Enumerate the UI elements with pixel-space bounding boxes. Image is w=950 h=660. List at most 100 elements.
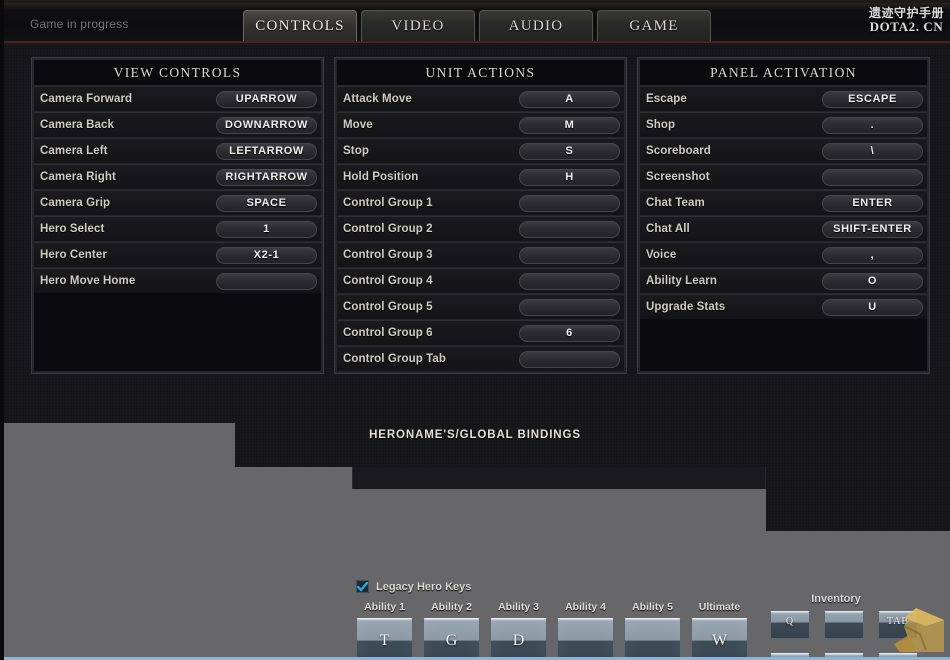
binding-row: Screenshot	[640, 164, 927, 189]
binding-key-button[interactable]	[519, 273, 620, 290]
binding-key-button[interactable]: DOWNARROW	[216, 117, 317, 134]
binding-row: Control Group 1	[337, 190, 624, 215]
ability-slot-4: Ability 4	[557, 601, 614, 660]
binding-action-label: Control Group 6	[343, 327, 519, 339]
binding-row: EscapeESCAPE	[640, 86, 927, 111]
binding-action-label: Control Group 1	[343, 197, 519, 209]
binding-key-button[interactable]: S	[519, 143, 620, 160]
binding-row-list: Attack MoveAMoveMStopSHold PositionHCont…	[337, 86, 624, 371]
legacy-hero-keys-checkbox[interactable]	[356, 580, 369, 593]
binding-action-label: Hero Select	[40, 223, 216, 235]
ability-key-button[interactable]: D	[490, 618, 547, 660]
binding-row: Control Group 3	[337, 242, 624, 267]
binding-action-label: Attack Move	[343, 93, 519, 105]
binding-action-label: Stop	[343, 145, 519, 157]
hero-bindings-title: HERONAME'S/GLOBAL BINDINGS	[0, 429, 950, 441]
binding-row: Shop.	[640, 112, 927, 137]
binding-action-label: Hero Move Home	[40, 275, 216, 287]
binding-key-button[interactable]: UPARROW	[216, 91, 317, 108]
binding-key-button[interactable]: .	[822, 117, 923, 134]
binding-action-label: Hold Position	[343, 171, 519, 183]
ability-key-button[interactable]	[624, 618, 681, 660]
binding-row: Control Group Tab	[337, 346, 624, 371]
binding-action-label: Control Group 5	[343, 301, 519, 313]
binding-action-label: Hero Center	[40, 249, 216, 261]
top-bar: Game in progress CONTROLS VIDEO AUDIO GA…	[0, 0, 950, 41]
tab-game[interactable]: GAME	[597, 10, 711, 41]
binding-key-button[interactable]: SPACE	[216, 195, 317, 212]
binding-key-button[interactable]: ,	[822, 247, 923, 264]
binding-key-button[interactable]: \	[822, 143, 923, 160]
binding-key-button[interactable]	[519, 299, 620, 316]
binding-row: Hero CenterX2-1	[34, 242, 321, 267]
ability-slot-3: Ability 3 D	[490, 601, 547, 660]
binding-key-button[interactable]: U	[822, 299, 923, 316]
binding-row: Attack MoveA	[337, 86, 624, 111]
ability-key-button[interactable]: W	[691, 618, 748, 660]
binding-row: Control Group 4	[337, 268, 624, 293]
binding-key-button[interactable]: M	[519, 117, 620, 134]
binding-row-list: EscapeESCAPEShop.Scoreboard\ScreenshotCh…	[640, 86, 927, 371]
placeholder-block-midleft	[234, 467, 352, 660]
inventory-key-button-3[interactable]: TAB	[878, 611, 918, 639]
binding-key-button[interactable]	[519, 195, 620, 212]
binding-key-button[interactable]: ESCAPE	[822, 91, 923, 108]
ability-key-button[interactable]	[557, 618, 614, 660]
binding-action-label: Camera Forward	[40, 93, 216, 105]
binding-panel-title: UNIT ACTIONS	[337, 60, 624, 85]
binding-key-button[interactable]	[519, 221, 620, 238]
binding-key-button[interactable]: X2-1	[216, 247, 317, 264]
binding-action-label: Scoreboard	[646, 145, 822, 157]
tab-video[interactable]: VIDEO	[361, 10, 475, 41]
inventory-section: Inventory QTABINS	[770, 588, 950, 660]
binding-key-button[interactable]: 1	[216, 221, 317, 238]
binding-row: Scoreboard\	[640, 138, 927, 163]
binding-action-label: Screenshot	[646, 171, 822, 183]
binding-key-button[interactable]: RIGHTARROW	[216, 169, 317, 186]
legacy-hero-keys-row[interactable]: Legacy Hero Keys	[356, 579, 762, 594]
binding-action-label: Control Group 3	[343, 249, 519, 261]
binding-key-button[interactable]: O	[822, 273, 923, 290]
binding-row: Chat TeamENTER	[640, 190, 927, 215]
binding-key-button[interactable]: ENTER	[822, 195, 923, 212]
binding-key-button[interactable]: 6	[519, 325, 620, 342]
left-edge-shadow	[0, 0, 4, 660]
ability-key-button[interactable]: T	[356, 618, 413, 660]
inventory-key-button-2[interactable]	[824, 611, 864, 639]
binding-panel-3: PANEL ACTIVATIONEscapeESCAPEShop.Scorebo…	[637, 57, 930, 374]
binding-action-label: Control Group 4	[343, 275, 519, 287]
ability-name-label: Ultimate	[691, 601, 748, 613]
site-watermark: 遗迹守护手册 DOTA2. CN	[869, 7, 944, 33]
binding-key-button[interactable]: SHIFT-ENTER	[822, 221, 923, 238]
tab-audio[interactable]: AUDIO	[479, 10, 593, 41]
binding-row: Hold PositionH	[337, 164, 624, 189]
binding-action-label: Control Group 2	[343, 223, 519, 235]
inventory-key-button-1[interactable]: Q	[770, 611, 810, 639]
tab-bar: CONTROLS VIDEO AUDIO GAME	[243, 10, 711, 41]
binding-action-label: Voice	[646, 249, 822, 261]
binding-key-button[interactable]: A	[519, 91, 620, 108]
binding-key-button[interactable]: H	[519, 169, 620, 186]
ability-slot-6: Ultimate W	[691, 601, 748, 660]
watermark-latin: DOTA2. CN	[869, 20, 944, 34]
tab-controls[interactable]: CONTROLS	[243, 10, 357, 41]
binding-key-button[interactable]: LEFTARROW	[216, 143, 317, 160]
binding-key-button[interactable]	[216, 273, 317, 290]
tab-controls-label: CONTROLS	[255, 18, 345, 35]
binding-action-label: Ability Learn	[646, 275, 822, 287]
ability-name-label: Ability 2	[423, 601, 480, 613]
binding-action-label: Camera Back	[40, 119, 216, 131]
ability-name-label: Ability 1	[356, 601, 413, 613]
ability-name-label: Ability 3	[490, 601, 547, 613]
binding-key-button[interactable]	[519, 247, 620, 264]
binding-row: Control Group 5	[337, 294, 624, 319]
legacy-hero-keys-section: Legacy Hero Keys Ability 1TAbility 2GAbi…	[356, 579, 762, 660]
binding-row: Camera RightRIGHTARROW	[34, 164, 321, 189]
binding-key-button[interactable]	[519, 351, 620, 368]
binding-action-label: Shop	[646, 119, 822, 131]
binding-row: Hero Move Home	[34, 268, 321, 293]
ability-key-button[interactable]: G	[423, 618, 480, 660]
binding-key-button[interactable]	[822, 169, 923, 186]
check-icon	[357, 582, 368, 592]
ability-name-label: Ability 4	[557, 601, 614, 613]
